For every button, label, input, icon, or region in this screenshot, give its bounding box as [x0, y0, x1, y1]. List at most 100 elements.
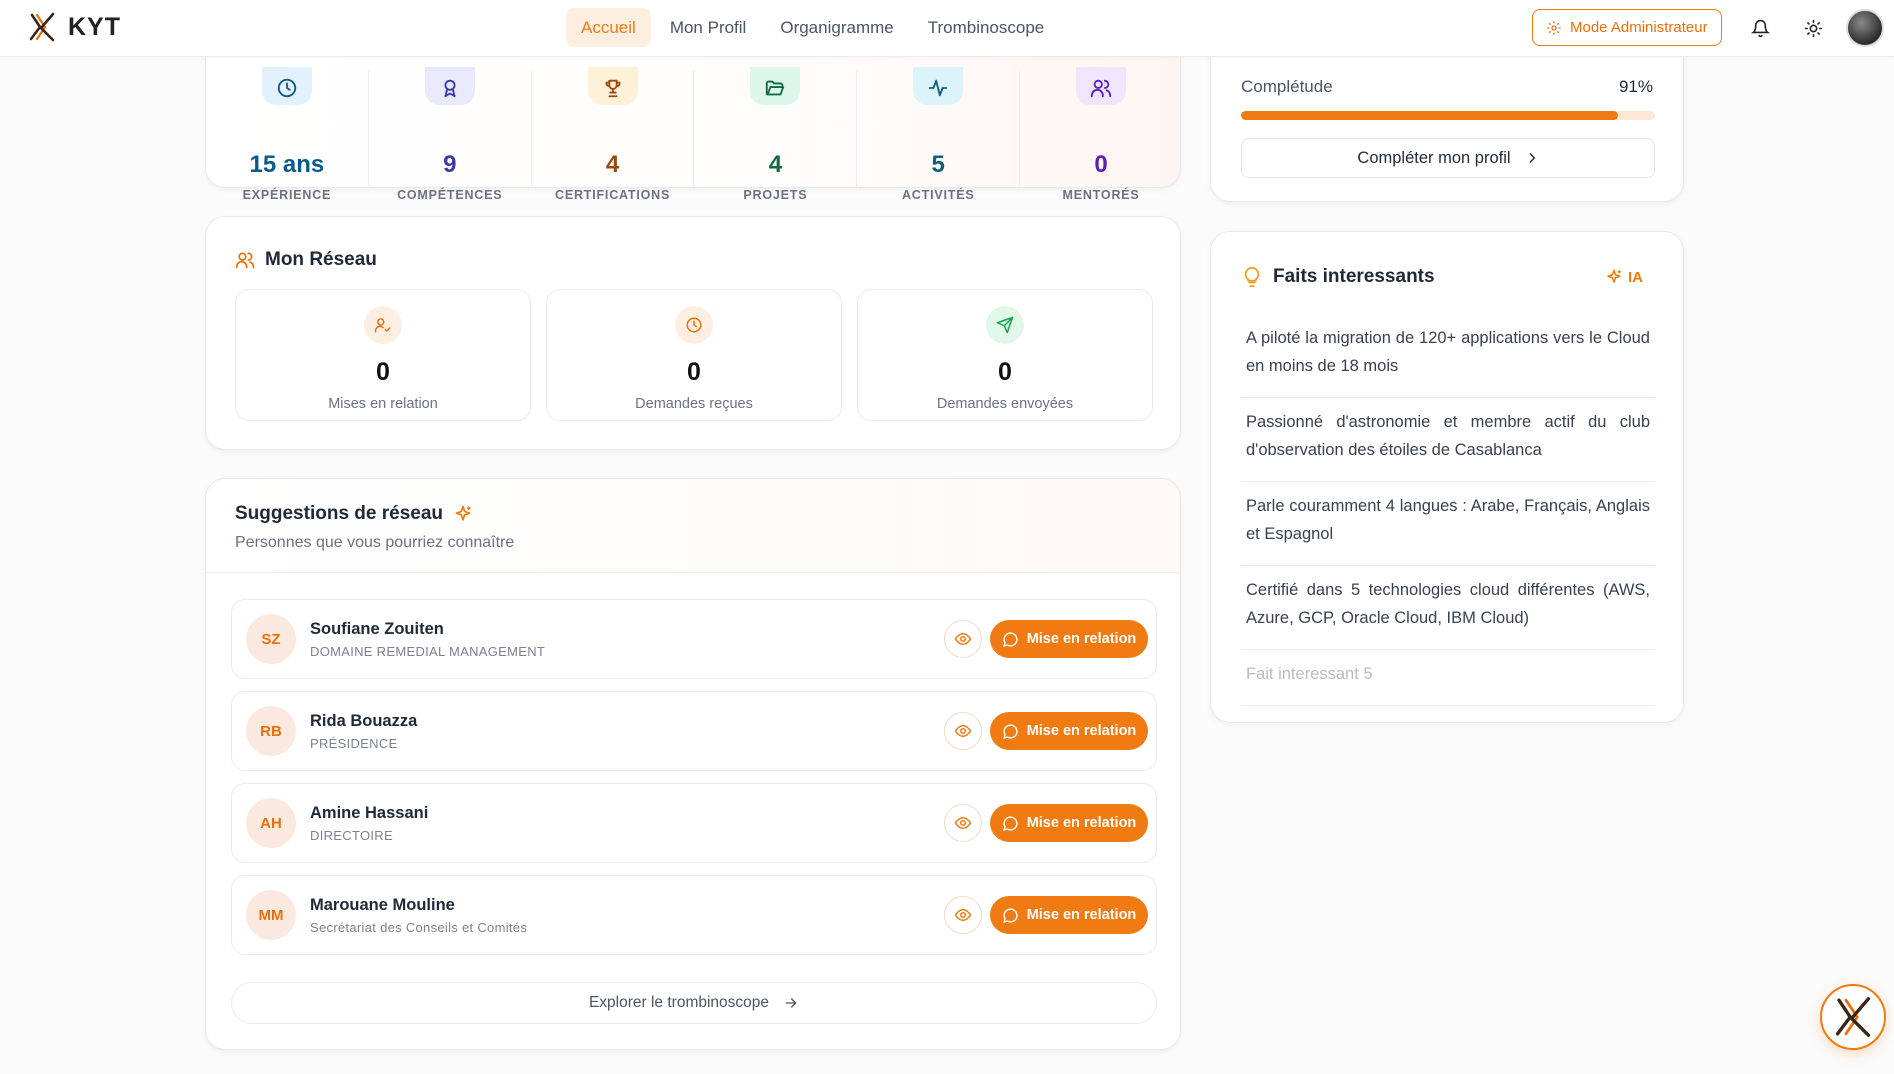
connect-button[interactable]: Mise en relation — [990, 712, 1148, 750]
stat-icon-badge — [587, 67, 638, 105]
completion-label: Complétude — [1241, 77, 1333, 96]
reseau-box-1[interactable]: 0 Demandes reçues — [546, 289, 842, 421]
award-icon — [444, 79, 456, 98]
stat-activités: 5 ACTIVITÉS — [857, 67, 1021, 202]
explore-trombinoscope-button[interactable]: Explorer le trombinoscope — [231, 982, 1157, 1024]
facts-card: Faits interessants IA A piloté la migrat… — [1210, 231, 1684, 723]
arrow-right-icon — [785, 998, 797, 1008]
message-circle-icon — [1002, 631, 1018, 647]
stat-label: CERTIFICATIONS — [555, 188, 671, 202]
reseau-value: 0 — [998, 358, 1012, 386]
stat-projets: 4 PROJETS — [694, 67, 858, 202]
ia-badge: IA — [1605, 268, 1643, 286]
reseau-value: 0 — [687, 358, 701, 386]
stat-icon-badge — [913, 67, 964, 105]
reseau-box-0[interactable]: 0 Mises en relation — [235, 289, 531, 421]
assistant-float-button[interactable] — [1820, 984, 1886, 1050]
reseau-icon-badge — [364, 306, 402, 344]
avatar-initials: AH — [246, 798, 296, 848]
completion-progress-fill — [1241, 111, 1618, 120]
facts-title-text: Faits interessants — [1273, 266, 1435, 287]
avatar-initials: SZ — [246, 614, 296, 664]
stat-icon-badge — [424, 67, 475, 105]
person-name[interactable]: Rida Bouazza — [310, 712, 417, 731]
stats-row: 15 ans EXPÉRIENCE 9 COMPÉTENCES 4 CERTIFICATI… — [206, 67, 1182, 202]
stat-label: ACTIVITÉS — [901, 188, 975, 202]
connect-label: Mise en relation — [1026, 907, 1137, 923]
suggestions-title: Suggestions de réseau — [235, 503, 473, 525]
person-department: DIRECTOIRE — [310, 828, 393, 843]
message-circle-icon — [1002, 723, 1018, 739]
suggestions-card: Suggestions de réseau Personnes que vous… — [205, 478, 1181, 1050]
nav-mon-profil[interactable]: Mon Profil — [655, 8, 762, 47]
nav-accueil[interactable]: Accueil — [566, 8, 651, 47]
message-circle-icon — [1002, 907, 1018, 923]
send-icon — [996, 316, 1014, 334]
user-avatar[interactable] — [1846, 9, 1884, 47]
stat-label: EXPÉRIENCE — [242, 188, 332, 202]
stat-mentorés: 0 MENTORÉS — [1020, 67, 1182, 202]
view-profile-button[interactable] — [944, 804, 982, 842]
eye-icon — [954, 724, 972, 738]
person-name[interactable]: Soufiane Zouiten — [310, 620, 444, 639]
trophy-icon — [605, 79, 621, 98]
nav-trombinoscope[interactable]: Trombinoscope — [913, 8, 1060, 47]
view-profile-button[interactable] — [944, 620, 982, 658]
sparkles-icon — [1607, 269, 1621, 283]
gear-icon — [1547, 20, 1561, 35]
fact-item: Fait interessant 5 — [1241, 650, 1655, 706]
completion-value: 91% — [1618, 77, 1653, 96]
reseau-icon-badge — [675, 306, 713, 344]
connect-button[interactable]: Mise en relation — [990, 804, 1148, 842]
person-department: DOMAINE REMEDIAL MANAGEMENT — [310, 644, 546, 659]
complete-profile-label: Compléter mon profil — [1357, 148, 1511, 167]
admin-mode-button[interactable]: Mode Administrateur — [1532, 9, 1722, 46]
message-circle-icon — [1002, 815, 1018, 831]
person-department: Secrétariat des Conseils et Comités — [310, 920, 528, 935]
admin-mode-label: Mode Administrateur — [1570, 19, 1708, 36]
activity-icon — [929, 79, 948, 97]
avatar-initials: MM — [246, 890, 296, 940]
eye-icon — [954, 908, 972, 922]
explore-label: Explorer le trombinoscope — [588, 994, 770, 1011]
lightbulb-icon — [1244, 266, 1260, 288]
users-icon — [1090, 79, 1112, 98]
completion-progress-bar — [1241, 111, 1655, 120]
reseau-box-2[interactable]: 0 Demandes envoyées — [857, 289, 1153, 421]
view-profile-button[interactable] — [944, 712, 982, 750]
stat-icon-badge — [261, 67, 312, 105]
stat-icon-badge — [750, 67, 801, 105]
suggestion-row: RB Rida Bouazza PRÉSIDENCE Mise en relation — [231, 691, 1157, 771]
chevron-right-icon — [1529, 153, 1535, 163]
brand-name: KYT — [68, 12, 121, 41]
stat-certifications: 4 CERTIFICATIONS — [532, 67, 695, 202]
reseau-title-text: Mon Réseau — [265, 249, 377, 270]
nav-organigramme[interactable]: Organigramme — [765, 8, 908, 47]
stat-compétences: 9 COMPÉTENCES — [369, 67, 532, 202]
person-name[interactable]: Amine Hassani — [310, 804, 428, 823]
kyt-logo-icon — [29, 12, 55, 42]
connect-label: Mise en relation — [1026, 723, 1137, 739]
clock-icon — [686, 317, 702, 333]
brand[interactable]: KYT — [28, 12, 121, 42]
connect-button[interactable]: Mise en relation — [990, 896, 1148, 934]
suggestions-header: Suggestions de réseau Personnes que vous… — [206, 479, 1180, 573]
reseau-icon-badge — [986, 306, 1024, 344]
facts-title: Faits interessants — [1241, 266, 1435, 288]
view-profile-button[interactable] — [944, 896, 982, 934]
suggestion-row: SZ Soufiane Zouiten DOMAINE REMEDIAL MANAG… — [231, 599, 1157, 679]
connect-button[interactable]: Mise en relation — [990, 620, 1148, 658]
stat-value: 4 — [768, 151, 783, 178]
eye-icon — [954, 816, 972, 830]
folder-open-icon — [766, 80, 785, 96]
person-department: PRÉSIDENCE — [310, 736, 398, 751]
suggestion-row: AH Amine Hassani DIRECTOIRE Mise en relatio… — [231, 783, 1157, 863]
theme-toggle-button[interactable] — [1801, 16, 1825, 40]
stat-expérience: 15 ans EXPÉRIENCE — [206, 67, 369, 202]
fact-item: Passionné d'astronomie et membre actif d… — [1241, 398, 1655, 482]
notifications-button[interactable] — [1748, 16, 1772, 40]
complete-profile-button[interactable]: Compléter mon profil — [1241, 138, 1655, 178]
stat-value: 5 — [931, 151, 945, 178]
users-icon — [235, 252, 255, 269]
person-name[interactable]: Marouane Mouline — [310, 896, 455, 915]
